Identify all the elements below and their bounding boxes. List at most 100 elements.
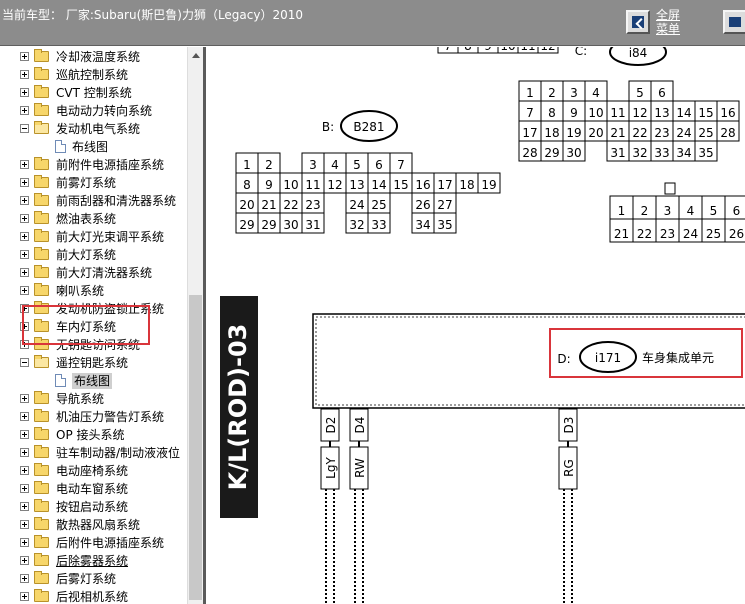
tree-item[interactable]: 前雨刮器和清洗器系统 — [0, 192, 187, 210]
i84-connector-pin-label: 14 — [676, 106, 691, 120]
tree-item[interactable]: 巡航控制系统 — [0, 66, 187, 84]
expand-icon[interactable] — [20, 430, 29, 439]
split-view-button[interactable] — [723, 10, 745, 34]
tree-item[interactable]: CVT 控制系统 — [0, 84, 187, 102]
tree-item[interactable]: 电动动力转向系统 — [0, 102, 187, 120]
expand-icon[interactable] — [20, 502, 29, 511]
expand-icon[interactable] — [20, 538, 29, 547]
top-partial-pin-label: 7 — [444, 47, 452, 53]
tree-item[interactable]: 机油压力警告灯系统 — [0, 408, 187, 426]
b281-connector-pin-label: 2 — [265, 158, 273, 172]
scroll-up-arrow-icon[interactable] — [192, 53, 200, 58]
expand-icon[interactable] — [20, 574, 29, 583]
folder-icon — [34, 427, 49, 440]
b281-connector-pin-label: 4 — [331, 158, 339, 172]
expand-icon[interactable] — [20, 232, 29, 241]
tree-item-label: 前附件电源插座系统 — [56, 158, 165, 172]
right-connector-pin-label: 5 — [710, 204, 718, 218]
expand-icon[interactable] — [20, 592, 29, 601]
collapse-icon[interactable] — [20, 358, 29, 367]
tree-item[interactable]: 驻车制动器/制动液液位 — [0, 444, 187, 462]
i84-connector-pin-label: 28 — [720, 126, 735, 140]
expand-icon[interactable] — [20, 106, 29, 115]
folder-icon — [34, 85, 49, 98]
i84-connector-pin-label: 1 — [526, 86, 534, 100]
tree-item[interactable]: 导航系统 — [0, 390, 187, 408]
tree-subitem[interactable]: 布线图 — [0, 138, 187, 156]
expand-icon[interactable] — [20, 214, 29, 223]
tree-item[interactable]: 前附件电源插座系统 — [0, 156, 187, 174]
selected-item-highlight — [22, 305, 150, 345]
i84-connector-pin-label: 8 — [548, 106, 556, 120]
b281-connector-pin-label: 34 — [415, 218, 430, 232]
tree-item-label: 散热器风扇系统 — [56, 518, 141, 532]
tree-item-label: 按钮启动系统 — [56, 500, 129, 514]
right-connector-pin-label: 23 — [660, 227, 675, 241]
tree-item[interactable]: 后视相机系统 — [0, 588, 187, 604]
i84-connector-pin-label: 4 — [592, 86, 600, 100]
b281-connector-pin-label: 35 — [437, 218, 452, 232]
expand-icon[interactable] — [20, 268, 29, 277]
expand-icon[interactable] — [20, 250, 29, 259]
expand-icon[interactable] — [20, 466, 29, 475]
collapse-icon[interactable] — [20, 124, 29, 133]
sidebar-scrollbar[interactable] — [187, 47, 203, 604]
expand-icon[interactable] — [20, 88, 29, 97]
i84-connector-pin-label: 32 — [632, 146, 647, 160]
i84-connector-pin-label: 13 — [654, 106, 669, 120]
tree-item[interactable]: 按钮启动系统 — [0, 498, 187, 516]
wiring-diagram-view[interactable]: 789101112C:i8412345678910111213141516171… — [206, 47, 745, 604]
tree-item[interactable]: 发动机电气系统 — [0, 120, 187, 138]
right-connector-pin-label: 25 — [706, 227, 721, 241]
expand-icon[interactable] — [20, 448, 29, 457]
i84-connector-pin-label: 12 — [632, 106, 647, 120]
expand-icon[interactable] — [20, 556, 29, 565]
tree-item-label: OP 接头系统 — [56, 428, 125, 442]
tree-item[interactable]: 电动座椅系统 — [0, 462, 187, 480]
expand-icon[interactable] — [20, 484, 29, 493]
i84-connector-pin-label: 9 — [570, 106, 578, 120]
current-vehicle-title: 当前车型： 厂家:Subaru(斯巴鲁)力狮（Legacy）2010 — [2, 8, 304, 22]
b281-connector-pin-label: 29 — [261, 218, 276, 232]
tree-item[interactable]: 电动车窗系统 — [0, 480, 187, 498]
expand-icon[interactable] — [20, 196, 29, 205]
i84-connector-pin-label: 10 — [588, 106, 603, 120]
expand-icon[interactable] — [20, 412, 29, 421]
expand-icon[interactable] — [20, 52, 29, 61]
tree-item[interactable]: 前大灯光束调平系统 — [0, 228, 187, 246]
expand-icon[interactable] — [20, 394, 29, 403]
tree-item-label: CVT 控制系统 — [56, 86, 132, 100]
tree-item[interactable]: 散热器风扇系统 — [0, 516, 187, 534]
right-connector-pin-label: 21 — [614, 227, 629, 241]
expand-icon[interactable] — [20, 520, 29, 529]
b281-connector-pin-label: 24 — [349, 198, 364, 212]
scrollbar-thumb[interactable] — [189, 295, 202, 600]
tree-subitem[interactable]: 布线图 — [0, 372, 187, 390]
fullscreen-button[interactable] — [626, 10, 650, 34]
tree-item[interactable]: 后雾灯系统 — [0, 570, 187, 588]
tree-item[interactable]: OP 接头系统 — [0, 426, 187, 444]
fullscreen-menu-link[interactable]: 全屏菜单 — [656, 8, 682, 36]
tree-item[interactable]: 后附件电源插座系统 — [0, 534, 187, 552]
tree-item[interactable]: 燃油表系统 — [0, 210, 187, 228]
tree-item[interactable]: 前雾灯系统 — [0, 174, 187, 192]
i84-connector-pin-label: 31 — [610, 146, 625, 160]
i84-connector-pin-label: 5 — [636, 86, 644, 100]
expand-icon[interactable] — [20, 286, 29, 295]
top-partial-pin-label: 10 — [500, 47, 515, 53]
tree-item[interactable]: 前大灯系统 — [0, 246, 187, 264]
expand-icon[interactable] — [20, 160, 29, 169]
tree-item[interactable]: 遥控钥匙系统 — [0, 354, 187, 372]
expand-icon[interactable] — [20, 178, 29, 187]
tree-item[interactable]: 喇叭系统 — [0, 282, 187, 300]
b281-connector-pin-label: 16 — [415, 178, 430, 192]
expand-icon[interactable] — [20, 70, 29, 79]
tree-item[interactable]: 冷却液温度系统 — [0, 48, 187, 66]
tree-item[interactable]: 后除雾器系统 — [0, 552, 187, 570]
tree-item-label: 导航系统 — [56, 392, 105, 406]
folder-icon — [34, 517, 49, 530]
tree-item[interactable]: 前大灯清洗器系统 — [0, 264, 187, 282]
b281-connector-pin-label: 15 — [393, 178, 408, 192]
wiring-diagram: 789101112C:i8412345678910111213141516171… — [220, 47, 745, 604]
tree-item-label: 前雾灯系统 — [56, 176, 117, 190]
